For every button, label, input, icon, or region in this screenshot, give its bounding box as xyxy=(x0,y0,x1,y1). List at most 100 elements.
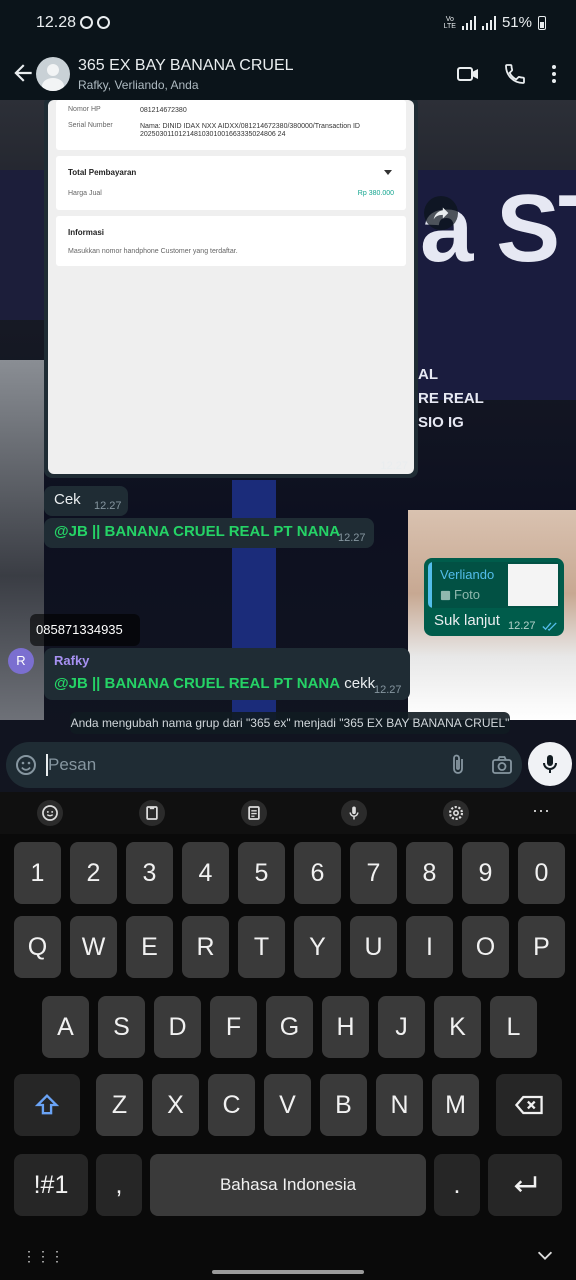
more-icon[interactable]: ··· xyxy=(532,800,550,821)
key-t[interactable]: T xyxy=(238,916,285,978)
message-bubble[interactable]: @JB || BANANA CRUEL REAL PT NANA 12.27 xyxy=(44,518,374,548)
system-notice: Anda mengubah nama grup dari "365 ex" me… xyxy=(70,712,510,734)
group-members[interactable]: Rafky, Verliando, Anda xyxy=(78,78,199,92)
key-y[interactable]: Y xyxy=(294,916,341,978)
video-call-icon[interactable] xyxy=(456,62,480,86)
key-9[interactable]: 9 xyxy=(462,842,509,904)
more-vert-icon[interactable] xyxy=(542,62,566,86)
key-8[interactable]: 8 xyxy=(406,842,453,904)
backspace-key[interactable] xyxy=(496,1074,562,1136)
key-v[interactable]: V xyxy=(264,1074,311,1136)
key-a[interactable]: A xyxy=(42,996,89,1058)
receipt-card-total: Total Pembayaran Harga Jual Rp 380.000 xyxy=(56,156,406,210)
mic-icon xyxy=(543,755,557,773)
message-time: 12.27 xyxy=(94,500,122,512)
key-e[interactable]: E xyxy=(126,916,173,978)
comma-key[interactable]: , xyxy=(96,1154,142,1216)
attach-icon[interactable] xyxy=(446,753,470,777)
clipboard-icon[interactable] xyxy=(139,800,165,826)
key-5[interactable]: 5 xyxy=(238,842,285,904)
key-1[interactable]: 1 xyxy=(14,842,61,904)
key-g[interactable]: G xyxy=(266,996,313,1058)
image-message[interactable]: Nomor HP 081214672380 Serial Number Nama… xyxy=(44,100,418,478)
info-text: Masukkan nomor handphone Customer yang t… xyxy=(68,248,238,255)
keyboard-grid-icon[interactable]: ⋮⋮⋮ xyxy=(22,1248,64,1265)
message-bubble[interactable]: Rafky @JB || BANANA CRUEL REAL PT NANA c… xyxy=(44,648,410,700)
key-3[interactable]: 3 xyxy=(126,842,173,904)
key-c[interactable]: C xyxy=(208,1074,255,1136)
group-avatar-icon[interactable] xyxy=(36,57,70,91)
camera-icon[interactable] xyxy=(490,753,514,777)
key-z[interactable]: Z xyxy=(96,1074,143,1136)
avatar[interactable]: R xyxy=(8,648,34,674)
price-value: Rp 380.000 xyxy=(357,190,394,197)
key-0[interactable]: 0 xyxy=(518,842,565,904)
symbols-key[interactable]: !#1 xyxy=(14,1154,88,1216)
chat-area[interactable]: a ST AL RE REAL SIO IG 085871334935 Nomo… xyxy=(0,100,576,792)
message-input[interactable]: Pesan xyxy=(48,755,96,775)
receipt-image[interactable]: Nomor HP 081214672380 Serial Number Nama… xyxy=(48,100,414,474)
message-bubble[interactable]: Cek 12.27 xyxy=(44,486,128,516)
key-4[interactable]: 4 xyxy=(182,842,229,904)
key-m[interactable]: M xyxy=(432,1074,479,1136)
reply-type: Foto xyxy=(454,587,481,602)
key-p[interactable]: P xyxy=(518,916,565,978)
whatsapp-notification-icon xyxy=(97,16,110,29)
voice-icon[interactable] xyxy=(341,800,367,826)
gesture-bar[interactable] xyxy=(212,1270,364,1274)
key-w[interactable]: W xyxy=(70,916,117,978)
notes-icon[interactable] xyxy=(241,800,267,826)
key-f[interactable]: F xyxy=(210,996,257,1058)
keyboard-toolbar: ··· xyxy=(0,792,576,834)
key-b[interactable]: B xyxy=(320,1074,367,1136)
hide-keyboard-icon[interactable] xyxy=(534,1244,556,1266)
key-7[interactable]: 7 xyxy=(350,842,397,904)
key-d[interactable]: D xyxy=(154,996,201,1058)
message-composer[interactable]: Pesan xyxy=(6,742,522,788)
group-title[interactable]: 365 EX BAY BANANA CRUEL xyxy=(78,57,294,75)
space-key[interactable]: Bahasa Indonesia xyxy=(150,1154,426,1216)
key-o[interactable]: O xyxy=(462,916,509,978)
key-x[interactable]: X xyxy=(152,1074,199,1136)
key-j[interactable]: J xyxy=(378,996,425,1058)
message-text: Cek xyxy=(54,491,81,508)
keyboard: 1234567890 QWERTYUIOP ASDFGHJKL ZXCVBNM … xyxy=(0,834,576,1280)
shift-key[interactable] xyxy=(14,1074,80,1136)
status-bar: 12.28 Vo LTE 51% xyxy=(0,0,576,48)
price-label: Harga Jual xyxy=(68,190,102,197)
info-heading: Informasi xyxy=(68,228,105,237)
receipt-card-info: Informasi Masukkan nomor handphone Custo… xyxy=(56,216,406,266)
mention-link[interactable]: @JB || BANANA CRUEL REAL PT NANA xyxy=(54,675,340,692)
settings-icon[interactable] xyxy=(443,800,469,826)
wallpaper-text-al: AL xyxy=(418,366,438,383)
voice-call-icon[interactable] xyxy=(503,62,527,86)
key-s[interactable]: S xyxy=(98,996,145,1058)
sticker-icon[interactable] xyxy=(14,753,38,777)
volte-icon: Vo LTE xyxy=(443,15,456,30)
outgoing-message[interactable]: Verliando Foto Suk lanjut 12.27 xyxy=(424,558,564,636)
forward-icon[interactable] xyxy=(424,196,458,230)
enter-key[interactable] xyxy=(488,1154,562,1216)
receipt-card-detail: Nomor HP 081214672380 Serial Number Nama… xyxy=(56,100,406,150)
back-arrow-icon[interactable] xyxy=(10,60,36,86)
key-h[interactable]: H xyxy=(322,996,369,1058)
key-r[interactable]: R xyxy=(182,916,229,978)
key-n[interactable]: N xyxy=(376,1074,423,1136)
key-k[interactable]: K xyxy=(434,996,481,1058)
sender-name[interactable]: Rafky xyxy=(54,653,89,668)
period-key[interactable]: . xyxy=(434,1154,480,1216)
wallpaper-text-ig: SIO IG xyxy=(418,414,464,431)
message-body: cekk xyxy=(344,675,376,692)
key-i[interactable]: I xyxy=(406,916,453,978)
reply-quote[interactable]: Verliando Foto xyxy=(428,562,560,608)
reply-sender: Verliando xyxy=(440,567,495,582)
key-u[interactable]: U xyxy=(350,916,397,978)
key-6[interactable]: 6 xyxy=(294,842,341,904)
message-text: @JB || BANANA CRUEL REAL PT NANA cekk xyxy=(54,675,375,692)
emoji-icon[interactable] xyxy=(37,800,63,826)
mention-link[interactable]: @JB || BANANA CRUEL REAL PT NANA xyxy=(54,523,340,540)
key-2[interactable]: 2 xyxy=(70,842,117,904)
mic-button[interactable] xyxy=(528,742,572,786)
key-q[interactable]: Q xyxy=(14,916,61,978)
key-l[interactable]: L xyxy=(490,996,537,1058)
